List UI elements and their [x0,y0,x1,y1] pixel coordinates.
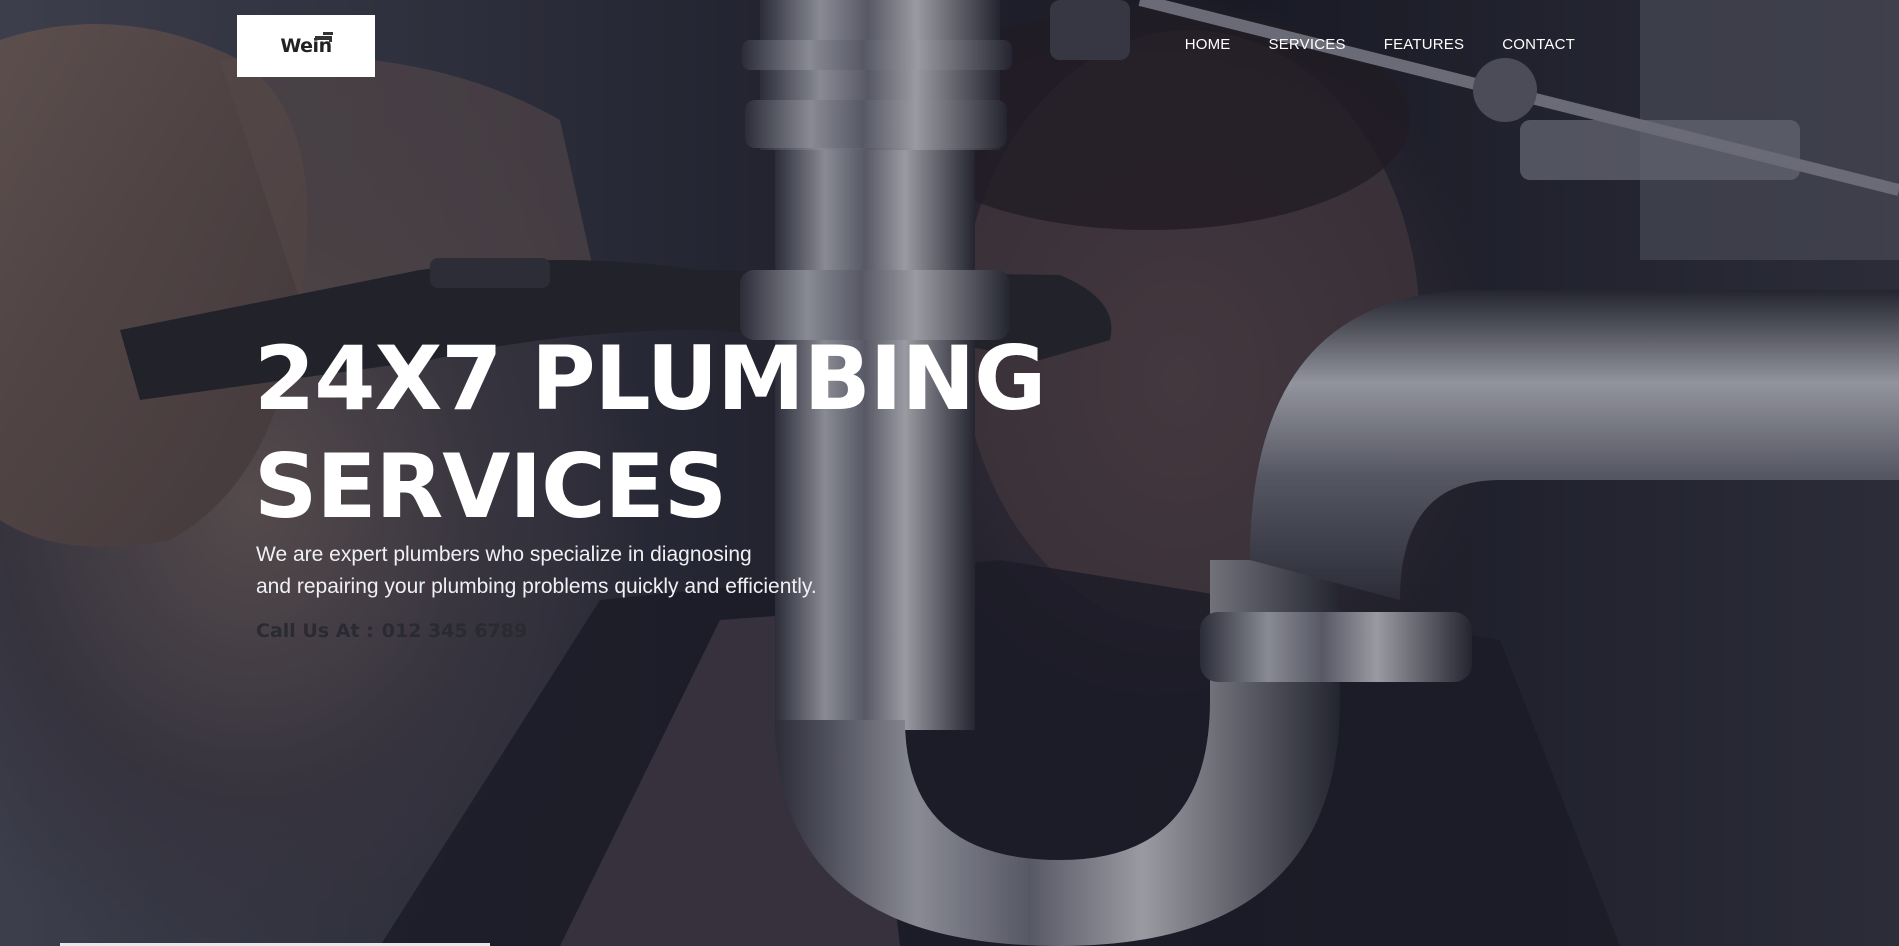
hero-subtitle: We are expert plumbers who specialize in… [256,539,956,603]
phone-number[interactable]: 012 345 6789 [382,620,527,642]
hero-title-line2: SERVICES [254,435,727,538]
nav-features[interactable]: FEATURES [1384,36,1465,53]
nav-home[interactable]: HOME [1185,36,1231,53]
nav-contact[interactable]: CONTACT [1502,36,1575,53]
hero-subtitle-line1: We are expert plumbers who specialize in… [256,543,752,566]
hero-subtitle-line2: and repairing your plumbing problems qui… [256,575,817,598]
logo[interactable]: Wein [237,15,375,77]
hero-title-line1: 24X7 PLUMBING [254,327,1046,430]
main-nav: HOME SERVICES FEATURES CONTACT [1185,36,1575,53]
nav-services[interactable]: SERVICES [1269,36,1346,53]
hero-title: 24X7 PLUMBING SERVICES [254,325,1154,541]
faucet-icon [315,32,333,42]
call-us: Call Us At : 012 345 6789 [256,620,527,642]
call-label: Call Us At : [256,620,374,642]
